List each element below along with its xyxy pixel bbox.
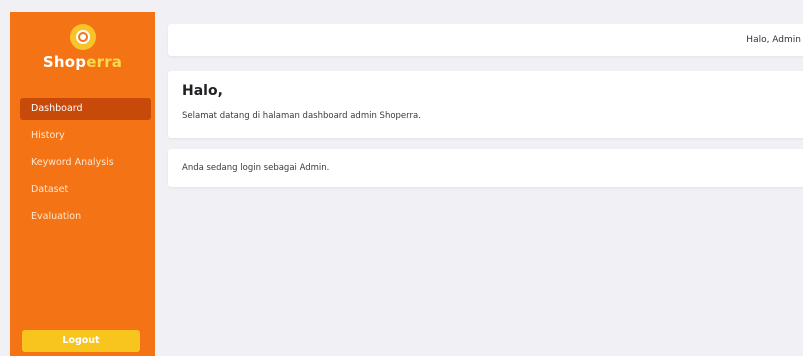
sidebar-item-keyword-analysis[interactable]: Keyword Analysis	[20, 152, 151, 174]
sidebar-item-dataset[interactable]: Dataset	[20, 179, 151, 201]
sidebar-nav: Dashboard History Keyword Analysis Datas…	[20, 98, 151, 233]
sidebar-item-evaluation[interactable]: Evaluation	[20, 206, 151, 228]
user-greeting: Halo, Admin	[746, 35, 801, 45]
brand-name: Shoperra	[10, 53, 155, 71]
sidebar: Shoperra Dashboard History Keyword Analy…	[10, 12, 155, 356]
role-card: Anda sedang login sebagai Admin.	[168, 149, 803, 187]
brand-name-prefix: Shop	[42, 53, 87, 71]
welcome-title: Halo,	[182, 83, 223, 99]
welcome-card: Halo, Selamat datang di halaman dashboar…	[168, 71, 803, 138]
top-bar: Halo, Admin	[168, 24, 803, 56]
brand-name-suffix: erra	[86, 53, 123, 71]
sidebar-item-dashboard[interactable]: Dashboard	[20, 98, 151, 120]
logout-button[interactable]: Logout	[22, 330, 140, 352]
role-text: Anda sedang login sebagai Admin.	[182, 163, 330, 173]
logo[interactable]: Shoperra	[10, 24, 155, 71]
welcome-text: Selamat datang di halaman dashboard admi…	[182, 111, 421, 121]
shoperra-logo-icon	[69, 24, 96, 50]
sidebar-item-history[interactable]: History	[20, 125, 151, 147]
